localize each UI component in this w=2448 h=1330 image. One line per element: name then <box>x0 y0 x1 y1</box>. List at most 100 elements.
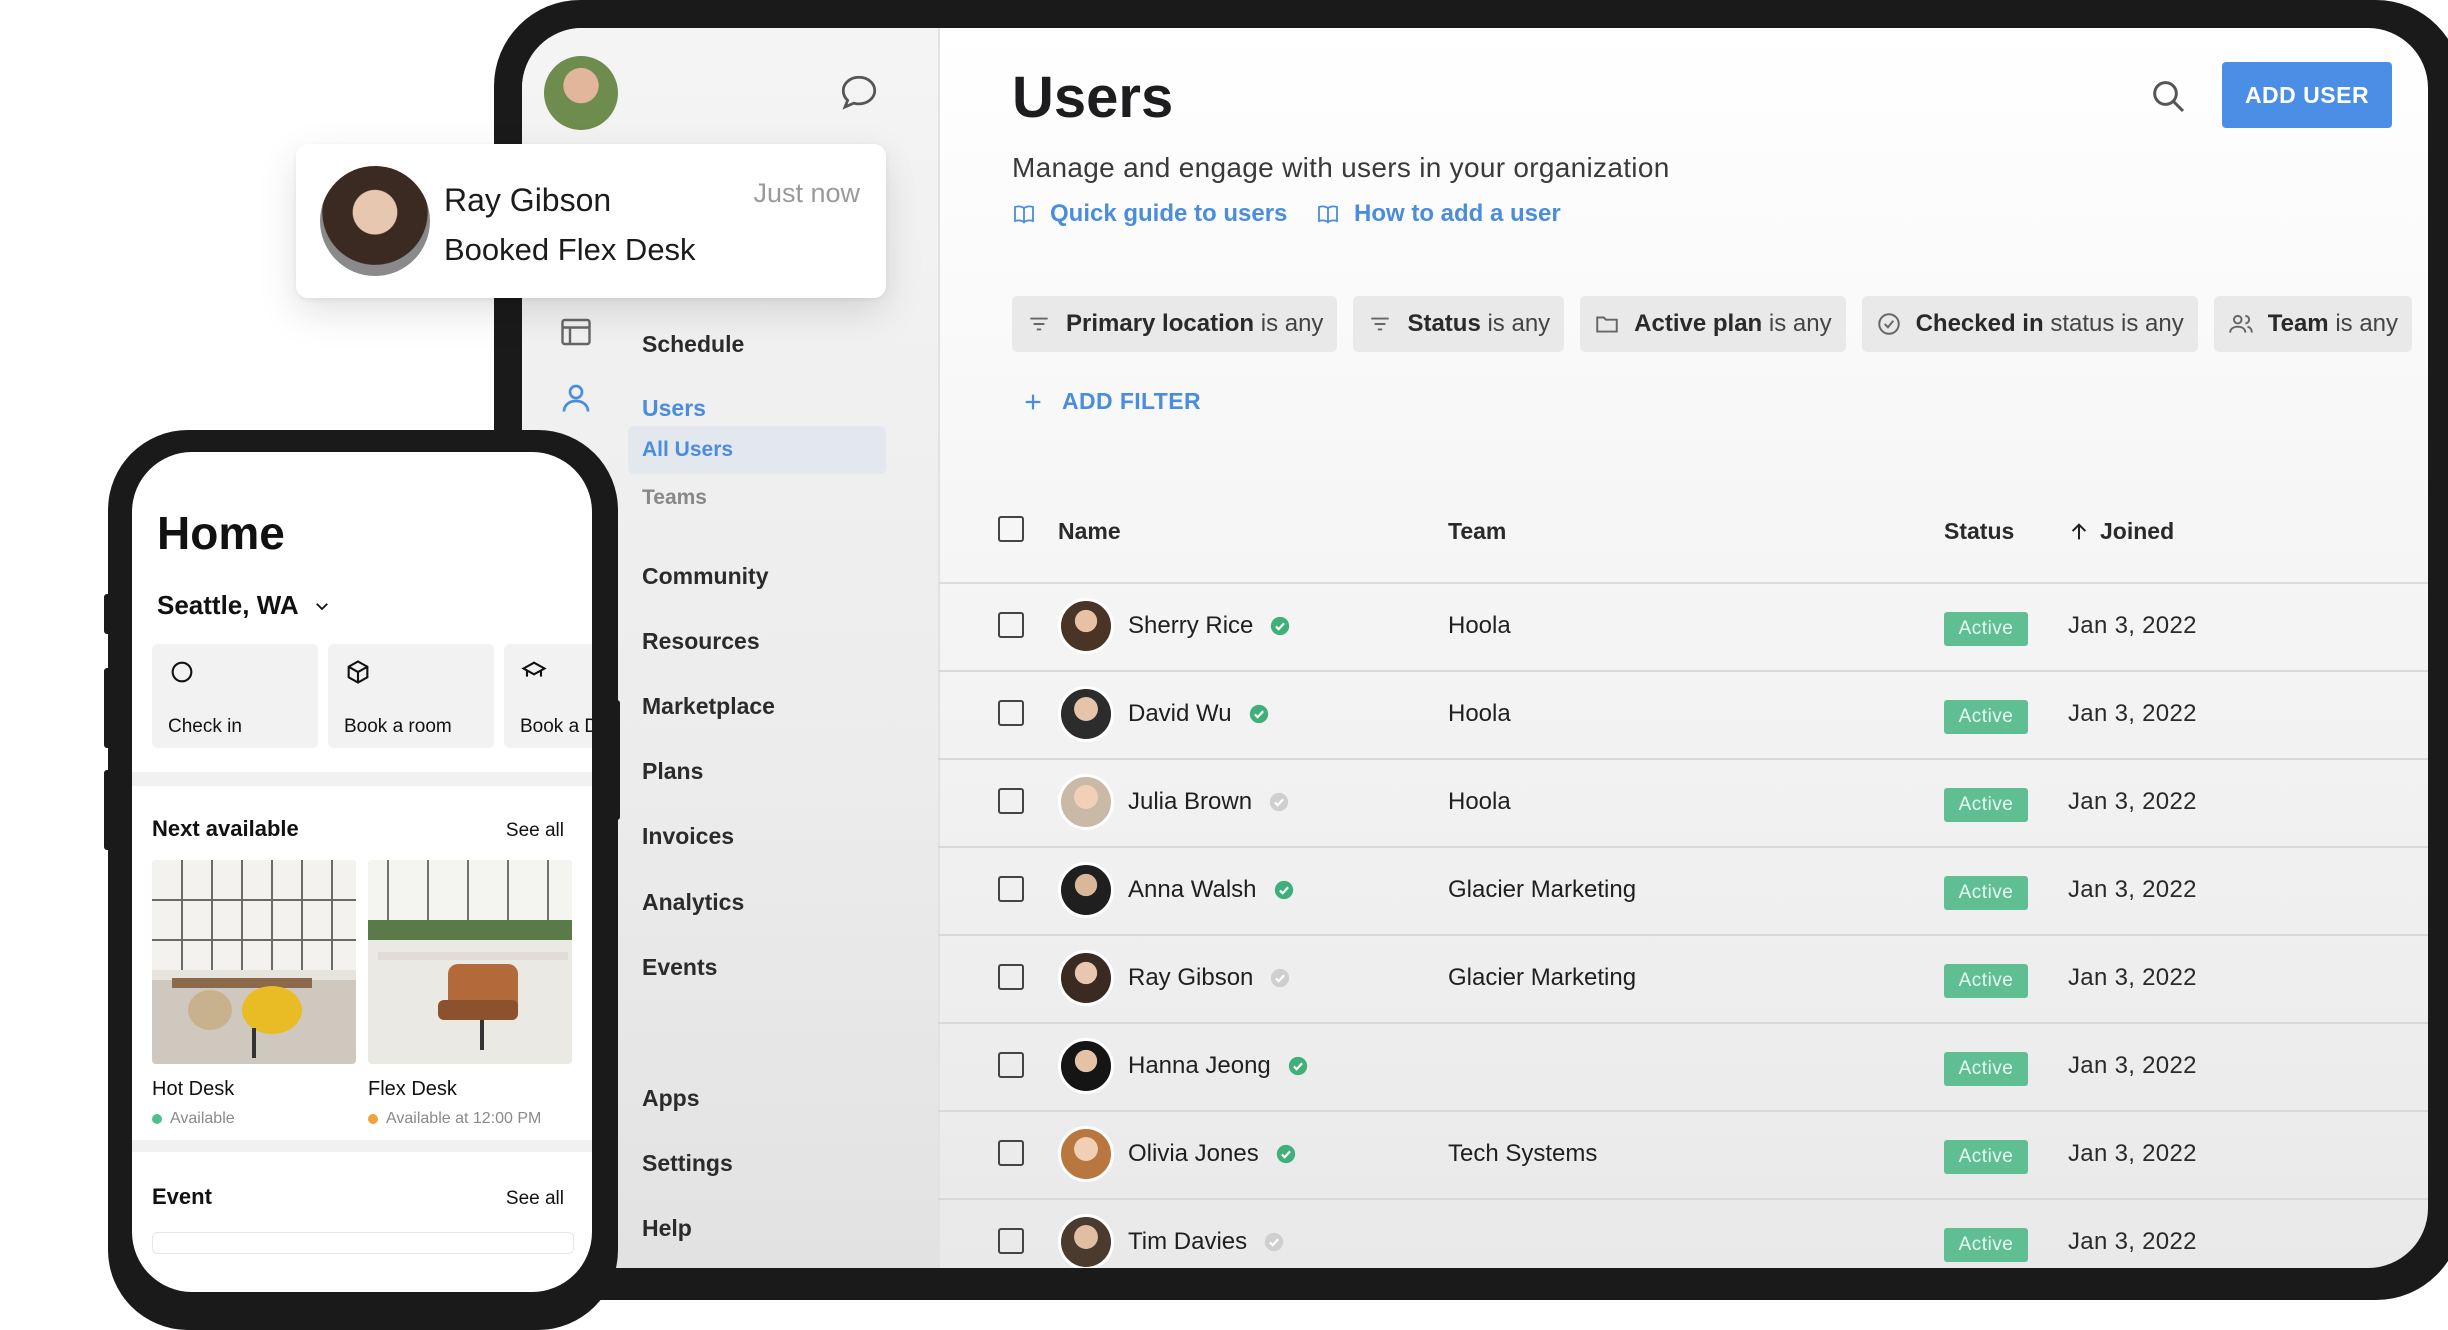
user-name-cell[interactable]: Tim Davies <box>1128 1228 1285 1256</box>
user-name-cell[interactable]: Sherry Rice <box>1128 612 1291 640</box>
column-team[interactable]: Team <box>1448 518 1506 545</box>
user-name-cell[interactable]: Hanna Jeong <box>1128 1052 1309 1080</box>
filter-primary-location[interactable]: Primary location is any <box>1012 296 1338 352</box>
column-name[interactable]: Name <box>1058 518 1121 545</box>
section-divider <box>132 1140 592 1152</box>
main-content: Users ADD USER Manage and engage with us… <box>938 28 2428 1268</box>
notification-card[interactable]: Ray Gibson Just now Booked Flex Desk <box>296 144 886 298</box>
next-available-heading: Next available <box>152 816 299 841</box>
table-row[interactable]: Tim Davies Active Jan 3, 2022 <box>938 1200 2428 1268</box>
hot-desk-image[interactable] <box>152 860 356 1064</box>
sidebar-item-help[interactable]: Help <box>642 1212 692 1244</box>
action-label: Book a D <box>520 716 592 737</box>
hot-desk-availability: Available <box>152 1110 235 1128</box>
table-row[interactable]: Sherry Rice Hoola Active Jan 3, 2022 <box>938 584 2428 672</box>
row-checkbox[interactable] <box>998 788 1024 814</box>
row-checkbox[interactable] <box>998 612 1024 638</box>
team-cell: Hoola <box>1448 612 1511 639</box>
user-name-cell[interactable]: Ray Gibson <box>1128 964 1291 992</box>
flex-desk-availability: Available at 12:00 PM <box>368 1110 541 1128</box>
desk-icon <box>521 661 547 677</box>
row-checkbox[interactable] <box>998 1140 1024 1166</box>
sidebar-item-invoices[interactable]: Invoices <box>642 820 734 852</box>
filter-active-plan[interactable]: Active plan is any <box>1580 296 1846 352</box>
table-row[interactable]: Julia Brown Hoola Active Jan 3, 2022 <box>938 760 2428 848</box>
avatar <box>1058 862 1114 918</box>
how-to-add-link[interactable]: How to add a user <box>1316 200 1561 228</box>
filter-field: Team <box>2267 310 2329 337</box>
sidebar-item-schedule[interactable]: Schedule <box>642 328 744 360</box>
sidebar-item-plans[interactable]: Plans <box>642 755 703 787</box>
phone-title: Home <box>157 507 285 559</box>
user-name: Hanna Jeong <box>1128 1052 1271 1079</box>
book-desk-action[interactable]: Book a D <box>504 644 592 748</box>
unverified-icon <box>1269 792 1289 812</box>
filter-lines-icon <box>1371 317 1390 331</box>
joined-date: Jan 3, 2022 <box>2068 612 2197 639</box>
location-label: Seattle, WA <box>157 590 299 620</box>
row-checkbox[interactable] <box>998 1052 1024 1078</box>
sidebar-item-analytics[interactable]: Analytics <box>642 886 744 918</box>
table-row[interactable]: Olivia Jones Tech Systems Active Jan 3, 202… <box>938 1112 2428 1200</box>
column-status[interactable]: Status <box>1944 518 2014 545</box>
user-name: Julia Brown <box>1128 788 1253 815</box>
filter-team[interactable]: Team is any <box>2213 296 2413 352</box>
user-name-cell[interactable]: Anna Walsh <box>1128 876 1295 904</box>
location-selector[interactable]: Seattle, WA <box>157 590 331 621</box>
quick-guide-link[interactable]: Quick guide to users <box>1012 200 1287 228</box>
joined-date: Jan 3, 2022 <box>2068 1052 2197 1079</box>
search-icon[interactable] <box>2148 76 2188 116</box>
sidebar-item-community[interactable]: Community <box>642 560 769 592</box>
avatar <box>1058 1126 1114 1182</box>
event-card[interactable] <box>152 1232 574 1254</box>
column-joined[interactable]: Joined <box>2068 518 2174 545</box>
hot-desk-title: Hot Desk <box>152 1078 235 1100</box>
flex-desk-title: Flex Desk <box>368 1078 457 1100</box>
avatar[interactable] <box>544 56 618 130</box>
row-checkbox[interactable] <box>998 964 1024 990</box>
unverified-icon <box>1264 1232 1284 1252</box>
unverified-icon <box>1271 968 1290 988</box>
row-checkbox[interactable] <box>998 1228 1024 1254</box>
sidebar-item-settings[interactable]: Settings <box>642 1147 733 1179</box>
sidebar-item-apps[interactable]: Apps <box>642 1082 700 1114</box>
filter-checked-in[interactable]: Checked in status is any <box>1861 296 2198 352</box>
table-row[interactable]: Ray Gibson Glacier Marketing Active Jan 3, … <box>938 936 2428 1024</box>
chat-icon[interactable] <box>838 72 880 114</box>
user-name-cell[interactable]: David Wu <box>1128 700 1270 728</box>
avatar <box>1058 1214 1114 1268</box>
select-all-checkbox[interactable] <box>998 516 1024 542</box>
sidebar-item-users[interactable]: Users <box>642 392 706 424</box>
phone-screen: Home Seattle, WA Check in Book a room Bo… <box>132 452 592 1292</box>
row-checkbox[interactable] <box>998 700 1024 726</box>
flex-desk-image[interactable] <box>368 860 572 1064</box>
user-name: Olivia Jones <box>1128 1140 1259 1167</box>
user-name-cell[interactable]: Julia Brown <box>1128 788 1290 816</box>
filter-condition: is any <box>1260 310 1324 337</box>
avatar <box>1058 686 1114 742</box>
chevron-down-icon <box>315 602 328 610</box>
avatar <box>320 166 430 276</box>
sidebar-item-marketplace[interactable]: Marketplace <box>642 690 775 722</box>
see-all-link[interactable]: See all <box>506 1188 564 1210</box>
add-user-button[interactable]: ADD USER <box>2222 62 2392 128</box>
add-filter-button[interactable]: ADD FILTER <box>1022 388 1201 415</box>
page-title: Users <box>1012 65 1174 130</box>
check-in-action[interactable]: Check in <box>152 644 318 748</box>
filter-status[interactable]: Status is any <box>1353 296 1565 352</box>
table-row[interactable]: Hanna Jeong Active Jan 3, 2022 <box>938 1024 2428 1112</box>
table-row[interactable]: Anna Walsh Glacier Marketing Active Jan 3, … <box>938 848 2428 936</box>
book-room-action[interactable]: Book a room <box>328 644 494 748</box>
filter-condition: status is any <box>2050 310 2184 337</box>
sidebar-item-resources[interactable]: Resources <box>642 625 760 657</box>
sidebar-subitem-teams[interactable]: Teams <box>628 474 886 522</box>
user-name-cell[interactable]: Olivia Jones <box>1128 1140 1297 1168</box>
status-badge: Active <box>1944 876 2028 910</box>
see-all-link[interactable]: See all <box>506 820 564 842</box>
filter-condition: is any <box>1487 310 1551 337</box>
table-row[interactable]: David Wu Hoola Active Jan 3, 2022 <box>938 672 2428 760</box>
sidebar-subitem-all-users[interactable]: All Users <box>628 426 886 474</box>
sidebar-item-events[interactable]: Events <box>642 951 717 983</box>
row-checkbox[interactable] <box>998 876 1024 902</box>
joined-date: Jan 3, 2022 <box>2068 1140 2197 1167</box>
